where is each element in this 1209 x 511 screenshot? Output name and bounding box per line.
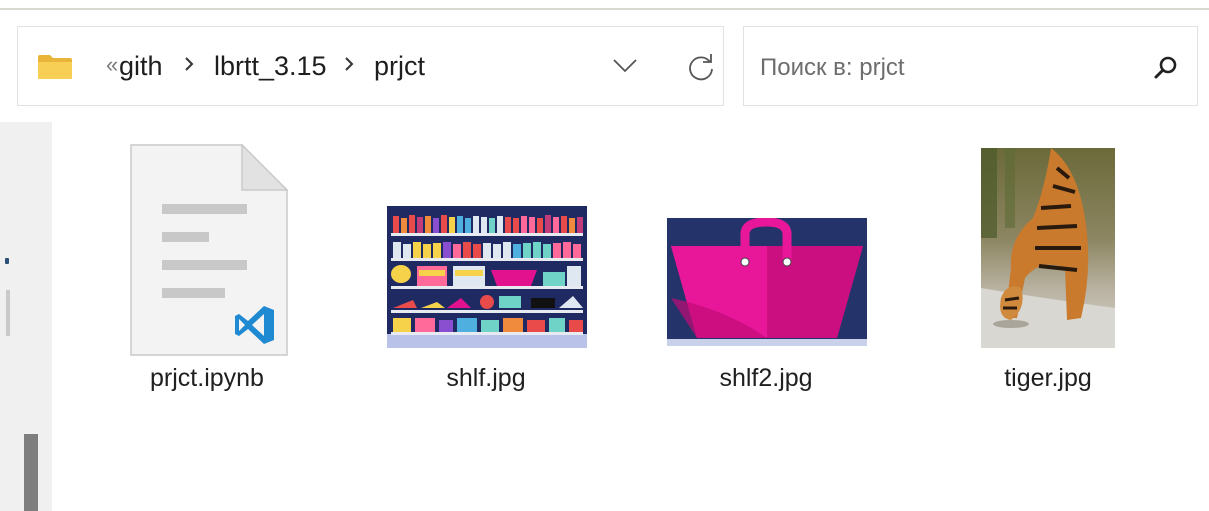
file-name: prjct.ipynb: [150, 364, 264, 392]
folder-icon: [38, 55, 72, 79]
nav-divider: [6, 290, 10, 336]
chevron-right-icon: [345, 57, 354, 71]
file-name: shlf.jpg: [446, 364, 526, 392]
document-icon: [130, 144, 288, 356]
search-input[interactable]: [758, 49, 1142, 87]
search-icon[interactable]: [1153, 54, 1179, 80]
nav-indicator: [5, 258, 9, 264]
image-thumbnail: [981, 148, 1115, 348]
chevron-down-icon[interactable]: [610, 53, 640, 77]
refresh-icon[interactable]: [685, 51, 717, 83]
window-top-edge: [0, 0, 1209, 10]
image-thumbnail: [667, 218, 867, 346]
file-item-prjct-ipynb[interactable]: prjct.ipynb: [92, 136, 322, 416]
file-name: shlf2.jpg: [719, 364, 813, 392]
chevron-right-icon: [185, 57, 194, 71]
breadcrumb-item-lbrtt[interactable]: lbrtt_3.15: [214, 51, 327, 82]
search-box[interactable]: [743, 26, 1198, 106]
file-item-tiger-jpg[interactable]: tiger.jpg: [933, 136, 1163, 416]
address-bar[interactable]: « gith lbrtt_3.15 prjct: [17, 26, 724, 106]
image-thumbnail: [387, 206, 587, 348]
breadcrumb-item-gith[interactable]: gith: [119, 51, 163, 82]
breadcrumb-item-prjct[interactable]: prjct: [374, 51, 425, 82]
breadcrumb-overflow[interactable]: «: [106, 52, 118, 78]
scrollbar-thumb[interactable]: [24, 434, 38, 511]
file-item-shlf-jpg[interactable]: shlf.jpg: [371, 136, 601, 416]
file-name: tiger.jpg: [1004, 364, 1092, 392]
file-item-shlf2-jpg[interactable]: shlf2.jpg: [651, 136, 881, 416]
